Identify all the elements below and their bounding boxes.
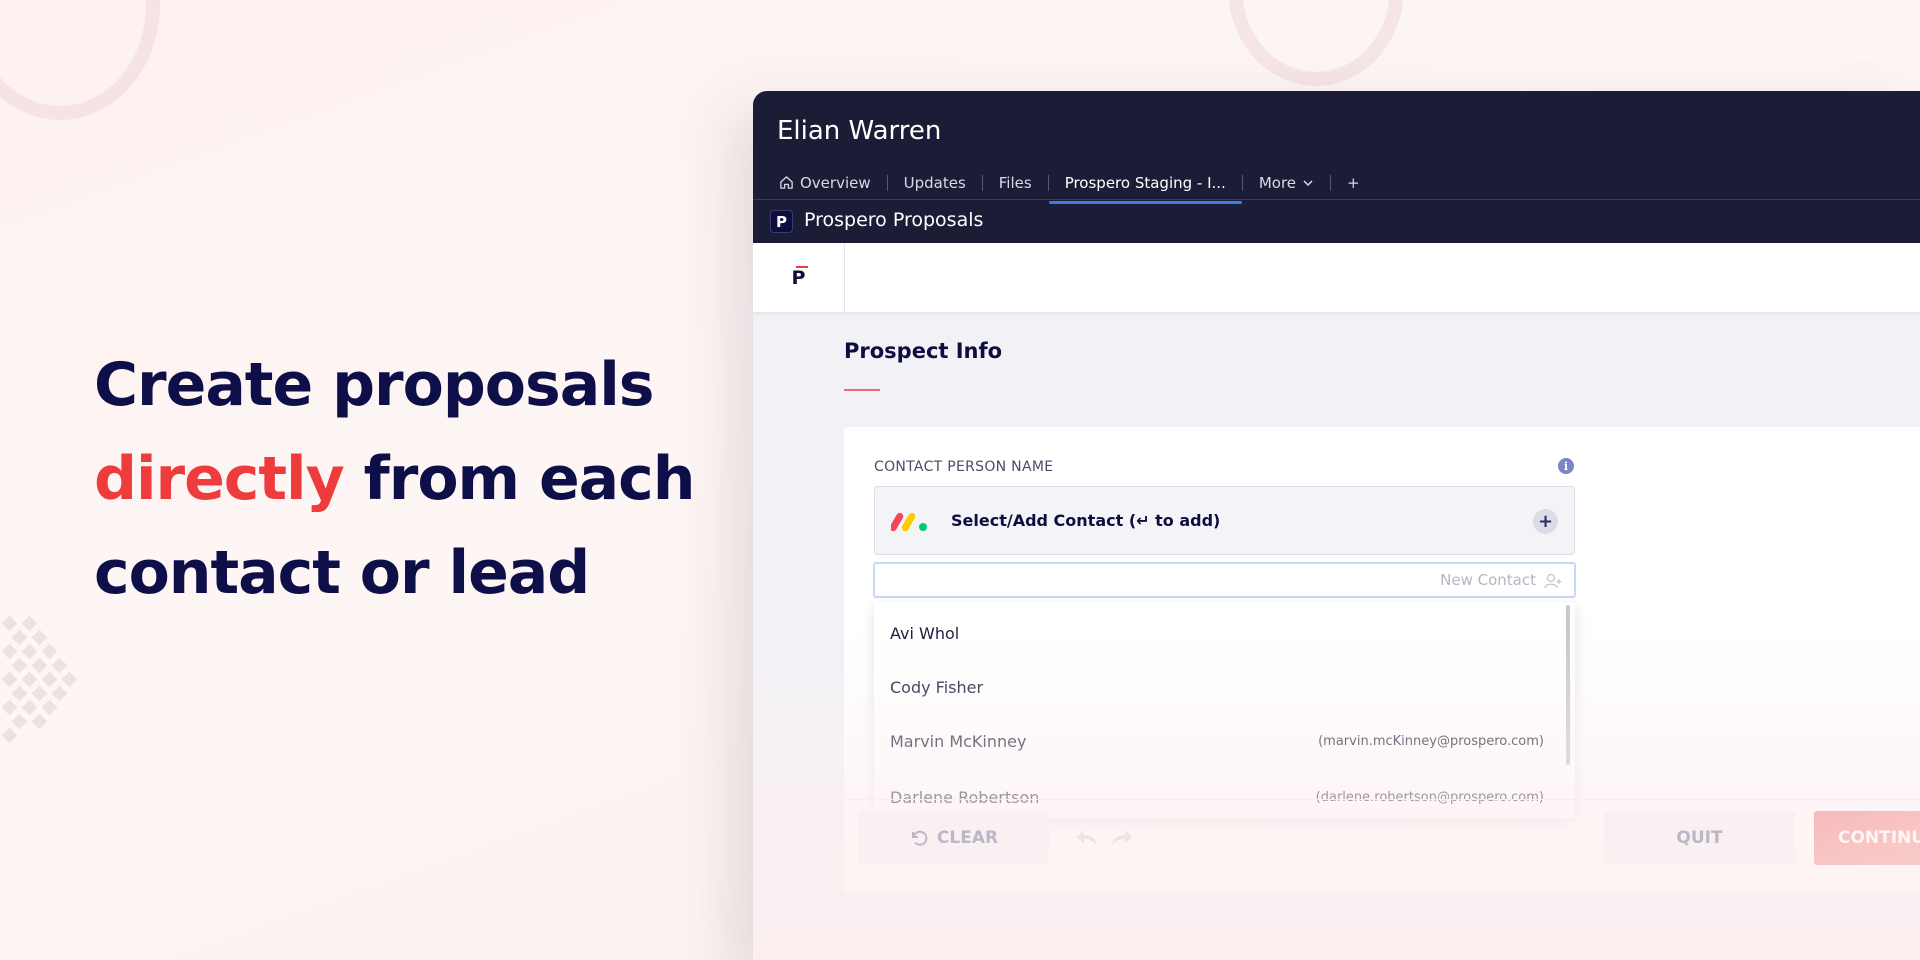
decorative-dots: [0, 612, 80, 752]
hero-accent-word: directly: [94, 444, 345, 514]
reset-icon: [911, 830, 928, 846]
subbar-logo-letter: P: [791, 267, 806, 289]
section-title: Prospect Info: [844, 339, 1003, 363]
contact-name: Marvin McKinney: [890, 731, 1027, 751]
hero-line-2: directly from each: [94, 432, 696, 526]
tab-more[interactable]: More: [1243, 167, 1330, 198]
contact-email: (darlene.robertson@prospero.com): [1315, 789, 1544, 805]
home-icon: [780, 176, 793, 189]
continue-button[interactable]: CONTINUE: [1814, 811, 1920, 865]
hero-line-1: Create proposals: [94, 350, 654, 420]
board-header: Elian Warren Overview Updates Files Pros…: [753, 91, 1920, 243]
info-icon[interactable]: i: [1558, 458, 1574, 474]
new-contact-input[interactable]: [873, 562, 1576, 598]
contact-name: Avi Whol: [890, 623, 960, 643]
clear-button-label: CLEAR: [936, 828, 999, 848]
board-tabs: Overview Updates Files Prospero Staging …: [777, 167, 1376, 204]
contact-select[interactable]: Select/Add Contact (↵ to add) +: [874, 486, 1575, 555]
chevron-down-icon: [1303, 179, 1313, 186]
tab-overview-label: Overview: [800, 173, 871, 192]
contact-person-label: CONTACT PERSON NAME: [874, 459, 1054, 475]
add-contact-button[interactable]: +: [1533, 509, 1558, 534]
contact-email: (marvin.mcKinney@prospero.com): [1318, 733, 1544, 749]
monday-logo-icon: [891, 512, 927, 532]
section-underline: [844, 389, 880, 391]
prospero-logo-icon: P: [770, 210, 793, 233]
tab-prospero-staging-label: Prospero Staging - I...: [1064, 173, 1226, 192]
contact-option[interactable]: Marvin McKinney (marvin.mcKinney@prosper…: [874, 719, 1560, 763]
app-subbar: P: [753, 243, 1920, 313]
tab-files[interactable]: Files: [983, 167, 1048, 198]
contact-select-placeholder: Select/Add Contact (↵ to add): [951, 511, 1221, 530]
add-tab-button[interactable]: +: [1331, 167, 1376, 198]
logo-accent-bar: [796, 266, 808, 268]
decorative-circle-left: [0, 0, 160, 120]
add-person-icon: [1544, 573, 1562, 589]
contact-option[interactable]: Cody Fisher: [874, 665, 1560, 709]
footer-divider: [844, 799, 1920, 800]
decorative-circle-top: [1228, 0, 1404, 86]
undo-icon[interactable]: [1074, 827, 1100, 849]
tab-files-label: Files: [998, 173, 1032, 192]
tab-updates-label: Updates: [903, 173, 966, 192]
app-name: Prospero Proposals: [804, 209, 984, 231]
hero-line-3: contact or lead: [94, 538, 590, 608]
prospero-brand-logo[interactable]: P: [753, 243, 845, 313]
plus-icon: +: [1347, 173, 1360, 192]
clear-button[interactable]: CLEAR: [858, 811, 1049, 865]
hero-headline: Create proposals directly from each cont…: [94, 338, 696, 620]
redo-icon[interactable]: [1109, 827, 1135, 849]
board-title: Elian Warren: [777, 116, 942, 146]
tab-divider: [753, 199, 1920, 200]
tab-more-label: More: [1258, 173, 1297, 192]
contact-name: Darlene Robertson: [890, 787, 1040, 807]
tab-prospero-staging[interactable]: Prospero Staging - I...: [1048, 167, 1242, 204]
tab-overview[interactable]: Overview: [777, 167, 887, 198]
prospect-form-card: CONTACT PERSON NAME i Select/Add Contact…: [844, 427, 1920, 893]
contact-name: Cody Fisher: [890, 677, 984, 697]
hero-line-2-rest: from each: [343, 444, 696, 514]
dropdown-scrollbar[interactable]: [1566, 605, 1570, 765]
contact-dropdown: Avi Whol Cody Fisher Marvin McKinney (ma…: [874, 602, 1575, 818]
app-window: Elian Warren Overview Updates Files Pros…: [753, 91, 1920, 960]
contact-option[interactable]: Avi Whol: [874, 611, 1560, 655]
quit-button[interactable]: QUIT: [1604, 811, 1795, 865]
tab-updates[interactable]: Updates: [888, 167, 982, 198]
